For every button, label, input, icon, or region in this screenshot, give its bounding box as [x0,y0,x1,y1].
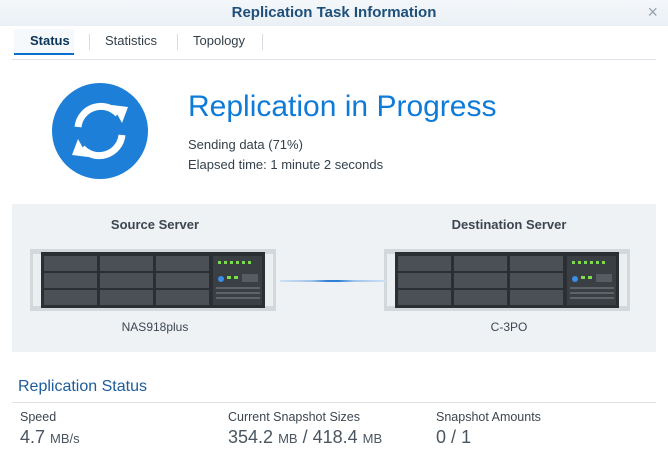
section-divider [12,402,656,403]
snapshot-amount-current: 0 [436,427,447,447]
status-headline: Replication in Progress [188,90,497,123]
destination-server-name: C-3PO [490,320,528,334]
sync-icon [52,83,148,179]
snapshot-size-current: 354.2 [228,427,274,447]
speed-label: Speed [20,410,57,424]
elapsed-time-text: Elapsed time: 1 minute 2 seconds [188,157,384,172]
tab-status[interactable]: Status [14,29,74,55]
snapshot-size-total-unit: MB [362,431,383,446]
speed-unit: MB/s [50,431,80,446]
snapshot-amount-total: 1 [461,427,472,447]
tab-bar: Status Statistics Topology [12,29,656,60]
replication-link-line [280,280,386,282]
tab-topology[interactable]: Topology [177,29,261,55]
source-server-name: NAS918plus [121,320,189,334]
snapshot-amounts-label: Snapshot Amounts [436,410,541,424]
sending-progress-text: Sending data (71%) [188,137,303,152]
window-title: Replication Task Information [231,4,437,21]
source-server-icon [30,249,276,311]
destination-server-icon [384,249,630,311]
source-server-label: Source Server [110,217,200,232]
snapshot-sizes-label: Current Snapshot Sizes [228,410,361,424]
title-bar: Replication Task Information × [0,0,668,26]
snapshot-amount-separator: / [451,427,457,447]
tab-divider [262,34,263,50]
snapshot-amounts-value: 0 / 1 [436,427,471,448]
speed-value: 4.7 MB/s [20,427,80,448]
destination-server-label: Destination Server [451,217,567,232]
snapshot-size-total: 418.4 [312,427,358,447]
close-icon[interactable]: × [647,2,658,22]
snapshot-sizes-value: 354.2 MB / 418.4 MB [228,427,382,448]
replication-status-heading: Replication Status [18,378,147,395]
tab-statistics[interactable]: Statistics [89,29,173,55]
snapshot-size-current-unit: MB [278,431,298,446]
speed-number: 4.7 [20,427,46,447]
snapshot-size-separator: / [302,427,308,447]
